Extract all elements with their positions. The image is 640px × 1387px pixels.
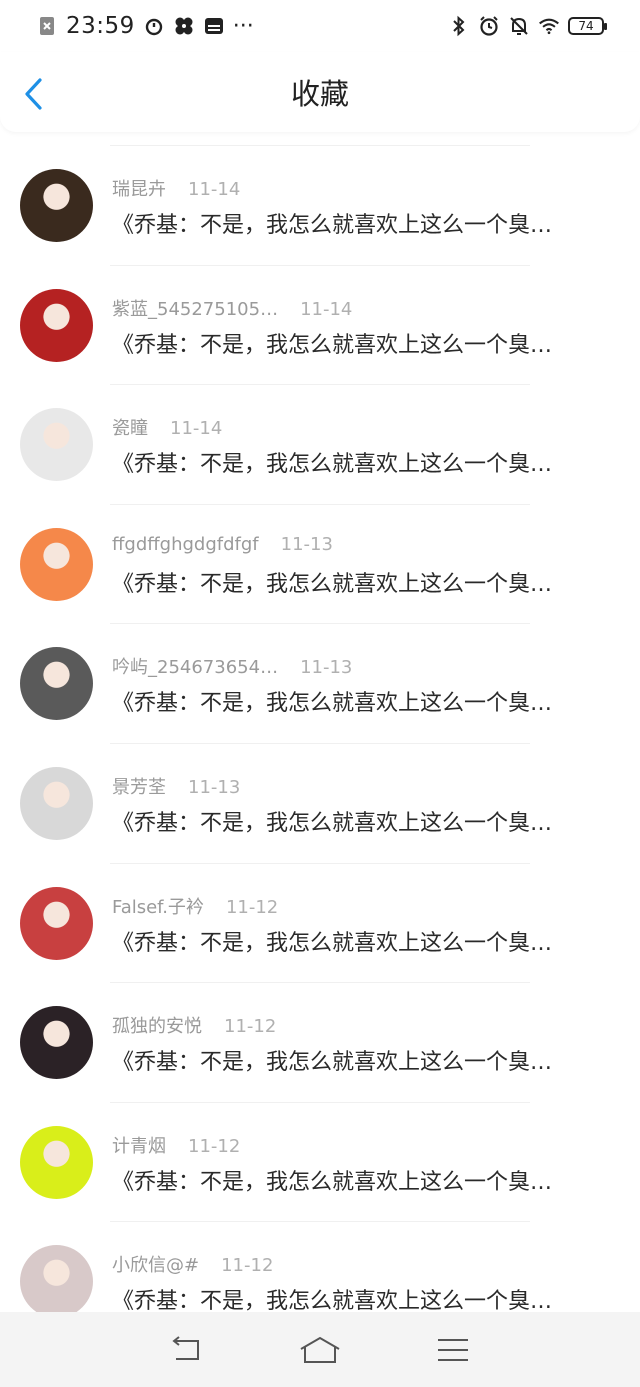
timer-icon — [143, 15, 165, 37]
avatar[interactable] — [20, 1006, 93, 1080]
user-name[interactable]: 小欣信@# — [112, 1255, 199, 1276]
avatar[interactable] — [20, 408, 93, 482]
item-date: 11-13 — [280, 533, 333, 555]
user-name[interactable]: 孤独的安悦 — [112, 1016, 202, 1037]
item-date: 11-12 — [225, 896, 279, 918]
menu-icon — [438, 1338, 469, 1361]
item-date: 11-14 — [188, 179, 241, 200]
list-item[interactable]: 孤独的安悦 11-12 《乔基：不是，我怎么就喜欢上这么一个臭… — [0, 982, 640, 1102]
avatar[interactable] — [20, 886, 93, 960]
list-item[interactable]: ffgdffghgdgfdfgf 11-13 《乔基：不是，我怎么就喜欢上这么一个… — [0, 503, 640, 624]
item-content[interactable]: 《乔基：不是，我怎么就喜欢上这么一个臭… — [112, 566, 602, 598]
status-bar-right: 74 — [448, 15, 607, 37]
item-date: 11-14 — [300, 298, 353, 320]
list-item[interactable]: 瓷瞳 11-14 《乔基：不是，我怎么就喜欢上这么一个臭… — [0, 384, 640, 504]
list-item[interactable]: 景芳荃 11-13 《乔基：不是，我怎么就喜欢上这么一个臭… — [0, 742, 640, 863]
header: 收藏 — [0, 52, 640, 132]
user-name[interactable]: 紫蓝_545275105… — [112, 299, 278, 320]
nav-home-button[interactable] — [298, 1330, 342, 1370]
avatar[interactable] — [20, 766, 93, 840]
close-notification-icon — [36, 15, 58, 37]
page-title: 收藏 — [290, 77, 349, 111]
alarm-icon — [478, 15, 500, 37]
status-bar-left: 23:59 ··· — [36, 13, 254, 39]
nav-back-button[interactable] — [165, 1330, 209, 1370]
return-arrow-icon — [172, 1335, 199, 1360]
item-date: 11-12 — [224, 1016, 277, 1038]
avatar[interactable] — [20, 288, 93, 362]
item-date: 11-14 — [170, 418, 223, 440]
user-name[interactable]: Falsef.子衿 — [112, 897, 204, 918]
avatar[interactable] — [20, 527, 93, 601]
bluetooth-icon — [448, 15, 470, 37]
nav-menu-button[interactable] — [431, 1330, 475, 1370]
item-date: 11-13 — [188, 776, 241, 798]
item-content[interactable]: 《乔基：不是，我怎么就喜欢上这么一个臭… — [112, 805, 602, 837]
user-name[interactable]: 景芳荃 — [112, 777, 166, 798]
user-name[interactable]: 瑞昆卉 — [112, 179, 166, 200]
item-content[interactable]: 《乔基：不是，我怎么就喜欢上这么一个臭… — [112, 685, 602, 717]
user-name[interactable]: 瓷瞳 — [112, 418, 148, 439]
item-content[interactable]: 《乔基：不是，我怎么就喜欢上这么一个臭… — [112, 1164, 602, 1196]
pinwheel-icon — [173, 15, 195, 37]
list-item[interactable]: 计青烟 11-12 《乔基：不是，我怎么就喜欢上这么一个臭… — [0, 1101, 640, 1222]
item-date: 11-12 — [188, 1135, 241, 1157]
wifi-icon — [538, 15, 560, 37]
system-nav-bar — [0, 1312, 640, 1387]
avatar[interactable] — [20, 169, 93, 242]
user-name[interactable]: ffgdffghgdgfdfgf — [112, 534, 259, 555]
home-icon — [300, 1336, 340, 1363]
list-item[interactable]: Falsef.子衿 11-12 《乔基：不是，我怎么就喜欢上这么一个臭… — [0, 862, 640, 983]
status-time: 23:59 — [66, 13, 135, 39]
battery-icon: 74 — [568, 17, 607, 35]
item-content[interactable]: 《乔基：不是，我怎么就喜欢上这么一个臭… — [112, 1044, 602, 1076]
item-content[interactable]: 《乔基：不是，我怎么就喜欢上这么一个臭… — [112, 207, 602, 239]
list-item[interactable]: 紫蓝_545275105… 11-14 《乔基：不是，我怎么就喜欢上这么一个臭… — [0, 264, 640, 385]
avatar[interactable] — [20, 647, 93, 721]
list-item[interactable]: 吟屿_254673654… 11-13 《乔基：不是，我怎么就喜欢上这么一个臭… — [0, 623, 640, 743]
item-content[interactable]: 《乔基：不是，我怎么就喜欢上这么一个臭… — [112, 925, 602, 957]
list-item[interactable]: 瑞昆卉 11-14 《乔基：不是，我怎么就喜欢上这么一个臭… — [0, 145, 640, 265]
item-content[interactable]: 《乔基：不是，我怎么就喜欢上这么一个臭… — [112, 327, 602, 359]
user-name[interactable]: 计青烟 — [112, 1136, 166, 1157]
item-date: 11-13 — [300, 657, 353, 679]
favorites-list: 瑞昆卉 11-14 《乔基：不是，我怎么就喜欢上这么一个臭… 紫蓝_5452751… — [0, 145, 640, 1341]
mute-bell-icon — [508, 15, 530, 37]
item-content[interactable]: 《乔基：不是，我怎么就喜欢上这么一个臭… — [112, 446, 602, 478]
avatar[interactable] — [20, 1245, 93, 1319]
more-status-icons: ··· — [232, 13, 254, 39]
avatar[interactable] — [20, 1125, 93, 1199]
item-content[interactable]: 《乔基：不是，我怎么就喜欢上这么一个臭… — [112, 1283, 602, 1315]
card-icon — [203, 15, 225, 37]
item-date: 11-12 — [221, 1255, 274, 1277]
status-bar: 23:59 ··· 74 — [0, 0, 640, 52]
user-name[interactable]: 吟屿_254673654… — [112, 657, 278, 678]
